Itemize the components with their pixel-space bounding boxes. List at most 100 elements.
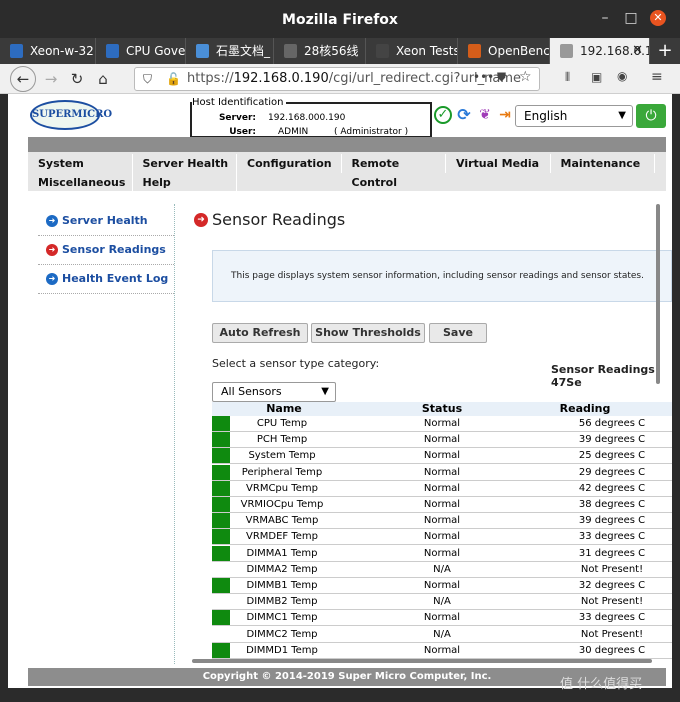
- sensor-type-select[interactable]: All Sensors ▼: [212, 382, 336, 402]
- tab-6[interactable]: 192.168.0.1 ✕: [550, 38, 650, 64]
- lock-warning-icon[interactable]: 🔓: [166, 72, 181, 86]
- col-reading[interactable]: Reading: [515, 402, 655, 416]
- sidebar-item-sensor-readings[interactable]: ➜ Sensor Readings: [38, 239, 174, 265]
- account-icon[interactable]: ◉: [617, 69, 627, 83]
- auto-refresh-button[interactable]: Auto Refresh: [212, 323, 308, 343]
- sensor-status: Normal: [423, 466, 461, 478]
- sensor-status: N/A: [433, 563, 451, 575]
- menu-help[interactable]: Help: [133, 173, 237, 192]
- uid-leaf-icon[interactable]: ❦: [476, 106, 494, 124]
- tab-favicon-icon: [560, 44, 573, 58]
- vertical-scrollbar[interactable]: [656, 204, 660, 384]
- status-indicator: [212, 416, 230, 431]
- sensor-name: System Temp: [248, 450, 316, 462]
- minimize-icon[interactable]: –: [597, 10, 613, 26]
- forward-icon[interactable]: →: [40, 68, 62, 90]
- server-label: Server:: [218, 113, 256, 123]
- close-tab-icon[interactable]: ✕: [632, 38, 643, 64]
- sensor-row: VRMIOCpu Temp Normal 38 degrees C: [212, 497, 672, 513]
- sensor-row: DIMMA1 Temp Normal 31 degrees C: [212, 545, 672, 562]
- hamburger-menu-icon[interactable]: ≡: [651, 69, 663, 85]
- sensor-type-prompt: Select a sensor type category:: [212, 357, 380, 370]
- sensor-readings-count: Sensor Readings: 47Se: [551, 363, 660, 389]
- status-indicator: [212, 529, 230, 545]
- tab-label: 28核56线: [304, 44, 359, 58]
- sensor-name: DIMMC2 Temp: [246, 628, 318, 640]
- menu-system[interactable]: System: [28, 154, 133, 173]
- tab-5[interactable]: OpenBenc: [458, 38, 550, 64]
- menu-maintenance[interactable]: Maintenance: [551, 154, 655, 173]
- status-indicator: [212, 464, 230, 480]
- status-indicator: [212, 448, 230, 464]
- sensor-reading: 42 degrees C: [578, 482, 646, 494]
- tab-1[interactable]: CPU Gover: [96, 38, 186, 64]
- sidebar-item-label: Health Event Log: [62, 272, 169, 285]
- sensor-reading: 31 degrees C: [578, 547, 646, 559]
- pocket-icon[interactable]: ⛊: [497, 70, 506, 85]
- sidebar-toggle-icon[interactable]: ▣: [591, 70, 602, 84]
- language-select[interactable]: English ▼: [515, 105, 633, 127]
- power-button[interactable]: ⏻: [636, 104, 666, 128]
- sensor-status: Normal: [423, 499, 461, 510]
- sensor-status: Normal: [423, 515, 461, 527]
- sensor-reading: 33 degrees C: [578, 612, 646, 624]
- tab-3[interactable]: 28核56线: [274, 38, 366, 64]
- tab-favicon-icon: [106, 44, 119, 58]
- sidebar-item-health-event-log[interactable]: ➜ Health Event Log: [38, 268, 174, 294]
- sensor-status: Normal: [423, 434, 461, 446]
- sensor-reading: 30 degrees C: [578, 644, 646, 656]
- tab-4[interactable]: Xeon Tests - P: [366, 38, 458, 64]
- sidebar-item-server-health[interactable]: ➜ Server Health: [38, 210, 174, 236]
- library-icon[interactable]: ⫴: [565, 70, 570, 85]
- tab-favicon-icon: [468, 44, 481, 58]
- home-icon[interactable]: ⌂: [92, 68, 114, 90]
- horizontal-scrollbar[interactable]: [192, 659, 652, 663]
- reload-icon[interactable]: ↻: [66, 68, 88, 90]
- bookmark-star-icon[interactable]: ☆: [519, 69, 532, 85]
- sensor-status: Normal: [423, 580, 461, 591]
- status-ok-icon[interactable]: ✓: [434, 106, 452, 124]
- watermark: 值 什么值得买: [560, 677, 643, 692]
- menu-server-health[interactable]: Server Health: [133, 154, 237, 173]
- tab-strip: Xeon-w-32 CPU Gover 石墨文档_ 28核56线 Xeon Tests …: [0, 38, 680, 64]
- close-icon[interactable]: ✕: [650, 10, 666, 26]
- sensor-status: Normal: [423, 547, 461, 559]
- menu-configuration[interactable]: Configuration: [237, 154, 342, 173]
- tab-favicon-icon: [196, 44, 209, 58]
- logout-icon[interactable]: ⇥: [496, 106, 514, 124]
- save-button[interactable]: Save: [429, 323, 487, 343]
- sensor-row: Peripheral Temp Normal 29 degrees C: [212, 464, 672, 481]
- menu-remote-control[interactable]: Remote Control: [342, 154, 446, 189]
- back-icon[interactable]: ←: [10, 66, 36, 92]
- page-actions-icon[interactable]: •••: [473, 70, 494, 84]
- sensor-status: Normal: [423, 612, 461, 624]
- sensor-reading: 56 degrees C: [578, 418, 646, 429]
- status-indicator: [212, 578, 230, 593]
- supermicro-logo: SUPERMICRO: [30, 100, 112, 130]
- shield-icon[interactable]: ⛉: [143, 72, 152, 87]
- refresh-icon[interactable]: ⟳: [455, 106, 473, 124]
- sensor-reading: 38 degrees C: [578, 499, 646, 510]
- maximize-icon[interactable]: □: [623, 10, 639, 26]
- url-prefix: https://: [187, 71, 234, 86]
- sensor-reading: Not Present!: [580, 628, 644, 640]
- show-thresholds-button[interactable]: Show Thresholds: [311, 323, 425, 343]
- tab-label: Xeon-w-32: [30, 44, 94, 58]
- menu-miscellaneous[interactable]: Miscellaneous: [28, 173, 133, 192]
- arrow-right-icon: ➜: [46, 244, 58, 256]
- sensor-row: DIMMD1 Temp Normal 30 degrees C: [212, 642, 672, 659]
- host-identification: Host Identification Server: 192.168.000.…: [190, 97, 432, 138]
- tab-0[interactable]: Xeon-w-32: [0, 38, 96, 64]
- col-name[interactable]: Name: [234, 402, 334, 416]
- sensor-row: DIMMB2 Temp N/A Not Present!: [212, 594, 672, 611]
- sidebar-divider: [174, 204, 175, 664]
- url-host: 192.168.0.190: [233, 71, 329, 86]
- col-status[interactable]: Status: [402, 402, 482, 416]
- new-tab-icon[interactable]: +: [650, 38, 680, 64]
- sensor-reading: 32 degrees C: [578, 580, 646, 591]
- sensor-name: DIMMA2 Temp: [246, 563, 318, 575]
- menu-virtual-media[interactable]: Virtual Media: [446, 154, 551, 173]
- tab-2[interactable]: 石墨文档_: [186, 38, 274, 64]
- tab-label: Xeon Tests - P: [396, 44, 458, 58]
- ipmi-page: SUPERMICRO Host Identification Server: 1…: [8, 94, 672, 688]
